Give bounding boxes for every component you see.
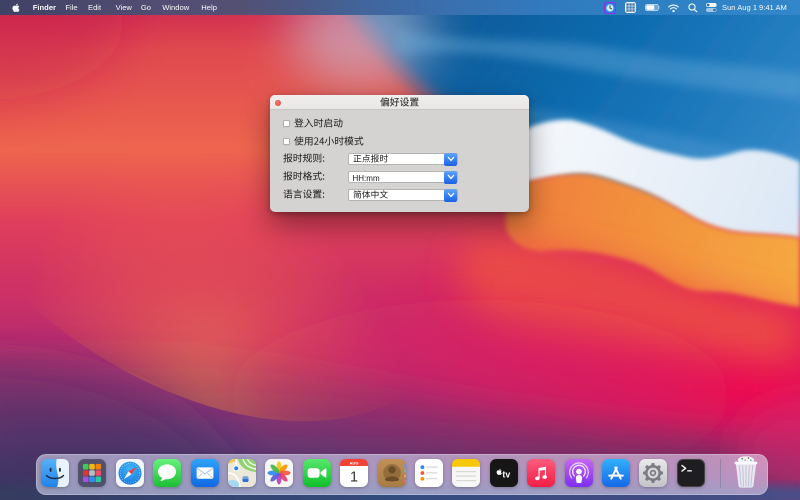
svg-text:AUG: AUG xyxy=(350,460,359,465)
svg-text:1: 1 xyxy=(350,469,358,485)
svg-text:tv: tv xyxy=(502,469,510,479)
